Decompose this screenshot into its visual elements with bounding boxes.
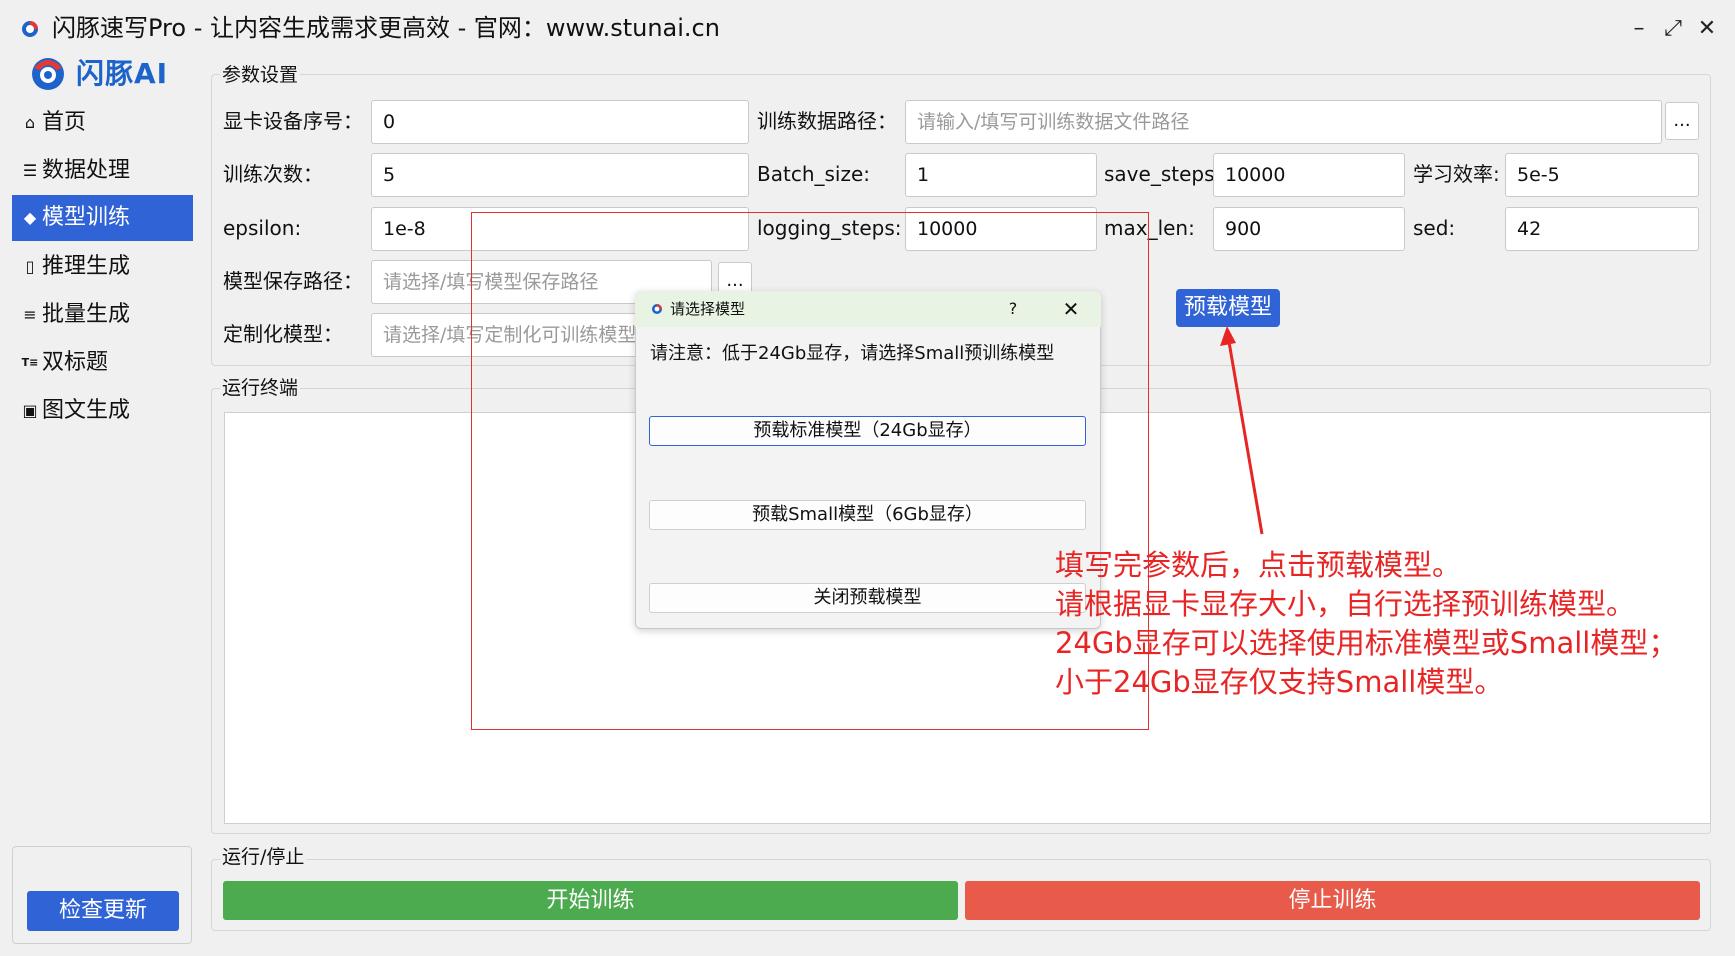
sidebar-item-label: 数据处理 [42,158,131,183]
learning-rate-input[interactable]: 5e-5 [1505,153,1699,197]
sidebar-item-label: 推理生成 [42,254,131,279]
run-group-title: 运行/停止 [220,844,307,870]
list-add-icon: ≡ [23,305,37,324]
sidebar-item-label: 模型训练 [42,205,131,230]
train-data-path-input[interactable]: 请输入/填写可训练数据文件路径 [905,100,1662,144]
sidebar-item-label: 批量生成 [42,302,131,327]
seed-label: sed: [1413,216,1456,240]
close-window-icon[interactable]: ✕ [1690,14,1724,44]
seed-input[interactable]: 42 [1505,207,1699,251]
sidebar-item-home[interactable]: ⌂ 首页 [12,100,193,146]
window-title: 闪豚速写Pro - 让内容生成需求更高效 - 官网：www.stunai.cn [52,14,720,42]
model-save-path-label: 模型保存路径： [223,269,363,293]
sidebar-item-label: 图文生成 [42,398,131,423]
sidebar-item-label: 首页 [42,110,87,135]
annotation-line: 请根据显卡显存大小，自行选择预训练模型。 [1055,587,1636,621]
home-icon: ⌂ [24,113,36,132]
sidebar-item-inference[interactable]: ▯ 推理生成 [12,244,193,290]
document-icon: ▯ [25,257,35,276]
max-len-input[interactable]: 900 [1213,207,1405,251]
sidebar-item-label: 双标题 [42,350,109,375]
maximize-icon[interactable]: ⤢ [1656,14,1690,44]
app-logo-icon [22,21,38,37]
cube-icon: ◆ [23,208,37,227]
browse-train-path-button[interactable]: ... [1665,102,1699,140]
brand-logo-icon [32,58,64,90]
brand-logo-text: 闪豚AI [76,57,169,90]
batch-size-input[interactable]: 1 [905,153,1097,197]
custom-model-label: 定制化模型： [223,322,343,346]
params-group-title: 参数设置 [220,62,301,88]
train-path-label: 训练数据路径： [757,109,897,133]
check-update-button[interactable]: 检查更新 [27,891,179,931]
sidebar-item-double-title[interactable]: T≡ 双标题 [12,340,193,386]
terminal-group-title: 运行终端 [220,375,301,401]
learning-rate-label: 学习效率: [1413,162,1500,186]
sidebar-item-model-training[interactable]: ◆ 模型训练 [12,195,193,241]
annotation-line: 24Gb显存可以选择使用标准模型或Small模型； [1055,626,1678,660]
minimize-icon[interactable]: – [1622,14,1656,44]
annotation-arrow-icon [1220,326,1264,535]
batch-size-label: Batch_size: [757,162,871,186]
annotation-line: 填写完参数后，点击预载模型。 [1055,548,1462,582]
save-steps-label: save_steps: [1104,162,1222,186]
gpu-label: 显卡设备序号： [223,109,363,133]
save-steps-input[interactable]: 10000 [1213,153,1405,197]
epochs-label: 训练次数： [223,162,323,186]
stop-training-button[interactable]: 停止训练 [965,881,1700,920]
sidebar-item-data-processing[interactable]: ☰ 数据处理 [12,148,193,194]
sidebar-item-image-text[interactable]: ▣ 图文生成 [12,388,193,434]
epochs-input[interactable]: 5 [371,153,749,197]
database-icon: ☰ [22,161,38,180]
epsilon-label: epsilon: [223,216,302,240]
title-icon: T≡ [21,356,39,369]
annotation-line: 小于24Gb显存仅支持Small模型。 [1055,665,1504,699]
gpu-index-input[interactable]: 0 [371,100,749,144]
start-training-button[interactable]: 开始训练 [223,881,958,920]
sidebar-item-batch[interactable]: ≡ 批量生成 [12,292,193,338]
annotation-highlight-box [471,212,1149,730]
image-icon: ▣ [22,401,38,420]
annotation-text: 填写完参数后，点击预载模型。 请根据显卡显存大小，自行选择预训练模型。 24Gb… [1055,546,1677,702]
